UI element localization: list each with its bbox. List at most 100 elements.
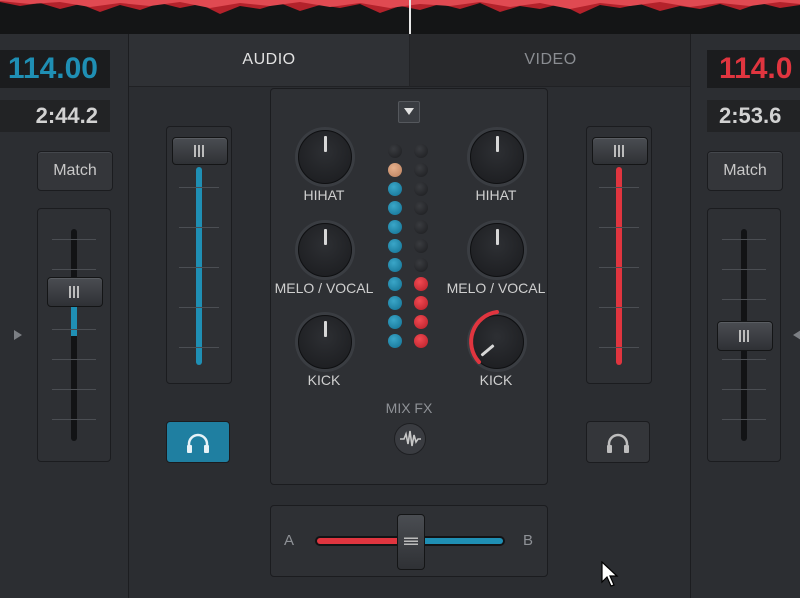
mixfx-button[interactable] bbox=[394, 423, 426, 455]
tick bbox=[599, 267, 639, 268]
deck-b-kick-label: KICK bbox=[479, 372, 513, 388]
deck-b-volume-fader[interactable] bbox=[586, 126, 652, 384]
meter-led bbox=[414, 334, 428, 348]
deck-a-headphone-button[interactable] bbox=[166, 421, 230, 463]
deck-a-melo-vocal-knob[interactable] bbox=[298, 223, 352, 277]
deck-b-bpm[interactable]: 114.0 bbox=[707, 50, 800, 88]
crossfader-label-a: A bbox=[284, 532, 295, 549]
play-arrow-icon[interactable] bbox=[793, 330, 800, 340]
mouse-cursor-icon bbox=[601, 561, 619, 587]
knob-indicator bbox=[495, 229, 499, 245]
meter-led bbox=[388, 315, 402, 329]
triangle-down-icon bbox=[404, 108, 414, 115]
deck-b-volume-handle[interactable] bbox=[592, 137, 648, 165]
tick bbox=[52, 329, 96, 330]
deck-a-match-button[interactable]: Match bbox=[37, 151, 113, 191]
deck-b-melo-vocal-knob[interactable] bbox=[470, 223, 524, 277]
deck-a-melo-vocal-label: MELO / VOCAL bbox=[274, 280, 374, 296]
knob-indicator bbox=[323, 136, 327, 152]
tick bbox=[179, 347, 219, 348]
waveform-graphic bbox=[0, 0, 800, 34]
knob-indicator bbox=[323, 229, 327, 245]
meter-led bbox=[388, 239, 402, 253]
deck-b-headphone-button[interactable] bbox=[586, 421, 650, 463]
mixfx-label: MIX FX bbox=[385, 400, 433, 416]
meter-led bbox=[414, 277, 428, 291]
deck-b-time: 2:53.6 bbox=[707, 100, 800, 132]
waveform-icon bbox=[400, 430, 421, 447]
play-arrow-icon[interactable] bbox=[14, 330, 22, 340]
deck-a-volume-fader[interactable] bbox=[166, 126, 232, 384]
eq-dropdown-button[interactable] bbox=[398, 101, 420, 123]
crossfader-panel: A B bbox=[270, 505, 548, 577]
tick bbox=[722, 239, 766, 240]
tick bbox=[722, 389, 766, 390]
deck-a-pitch-handle[interactable] bbox=[47, 277, 103, 307]
meter-led bbox=[414, 220, 428, 234]
grip-icon bbox=[69, 286, 81, 298]
meter-led bbox=[388, 163, 402, 177]
tick bbox=[722, 419, 766, 420]
tick bbox=[52, 239, 96, 240]
tick bbox=[179, 307, 219, 308]
deck-a-pitch-fill bbox=[71, 304, 77, 336]
tick bbox=[722, 359, 766, 360]
deck-b-pitch-slider[interactable] bbox=[707, 208, 781, 462]
crossfader-label-b: B bbox=[523, 532, 534, 549]
deck-b-volume-fill bbox=[616, 167, 622, 365]
meter-led bbox=[388, 334, 402, 348]
mixer-panel: AUDIO VIDEO HIHAT MELO / VOCAL KICK HIHA… bbox=[129, 34, 691, 598]
deck-a-hihat-knob[interactable] bbox=[298, 130, 352, 184]
meter-led bbox=[414, 296, 428, 310]
crossfader-handle[interactable] bbox=[397, 514, 425, 570]
deck-a-hihat-label: HIHAT bbox=[303, 187, 345, 203]
headphones-icon bbox=[187, 433, 209, 453]
deck-a-kick-knob[interactable] bbox=[298, 315, 352, 369]
meter-led bbox=[388, 277, 402, 291]
deck-b-hihat-knob[interactable] bbox=[470, 130, 524, 184]
deck-b-kick-arc bbox=[469, 310, 499, 364]
deck-a-volume-fill bbox=[196, 167, 202, 365]
deck-a-time: 2:44.2 bbox=[0, 100, 110, 132]
deck-b-hihat-label: HIHAT bbox=[475, 187, 517, 203]
deck-b-melo-vocal-label: MELO / VOCAL bbox=[446, 280, 546, 296]
meter-led bbox=[414, 201, 428, 215]
tick bbox=[179, 267, 219, 268]
meter-led bbox=[388, 144, 402, 158]
meter-led bbox=[388, 258, 402, 272]
grip-icon bbox=[194, 145, 206, 157]
headphones-icon bbox=[607, 433, 629, 453]
tick bbox=[599, 307, 639, 308]
tick bbox=[722, 299, 766, 300]
deck-a-bpm[interactable]: 114.00 bbox=[0, 50, 110, 88]
meter-led bbox=[388, 296, 402, 310]
tick bbox=[52, 359, 96, 360]
meter-led bbox=[414, 315, 428, 329]
tick bbox=[52, 389, 96, 390]
meter-led bbox=[414, 182, 428, 196]
deck-a-pitch-slider[interactable] bbox=[37, 208, 111, 462]
tick bbox=[599, 347, 639, 348]
grip-icon bbox=[614, 145, 626, 157]
knob-indicator bbox=[323, 321, 327, 337]
tick bbox=[52, 269, 96, 270]
meter-led bbox=[388, 220, 402, 234]
eq-panel: HIHAT MELO / VOCAL KICK HIHAT MELO / VOC… bbox=[270, 88, 548, 485]
tick bbox=[179, 187, 219, 188]
knob-indicator bbox=[495, 136, 499, 152]
meter-led bbox=[414, 144, 428, 158]
meter-led bbox=[414, 239, 428, 253]
tab-video[interactable]: VIDEO bbox=[409, 34, 691, 87]
meter-led bbox=[414, 258, 428, 272]
waveform-strip[interactable] bbox=[0, 0, 800, 34]
tab-audio[interactable]: AUDIO bbox=[129, 34, 409, 87]
playhead-marker bbox=[409, 0, 411, 34]
deck-b-panel: 114.0 2:53.6 Match bbox=[690, 34, 800, 598]
deck-a-volume-handle[interactable] bbox=[172, 137, 228, 165]
grip-icon bbox=[739, 330, 751, 342]
deck-b-match-button[interactable]: Match bbox=[707, 151, 783, 191]
tick bbox=[179, 227, 219, 228]
meter-led bbox=[388, 201, 402, 215]
deck-b-pitch-handle[interactable] bbox=[717, 321, 773, 351]
tick bbox=[52, 419, 96, 420]
